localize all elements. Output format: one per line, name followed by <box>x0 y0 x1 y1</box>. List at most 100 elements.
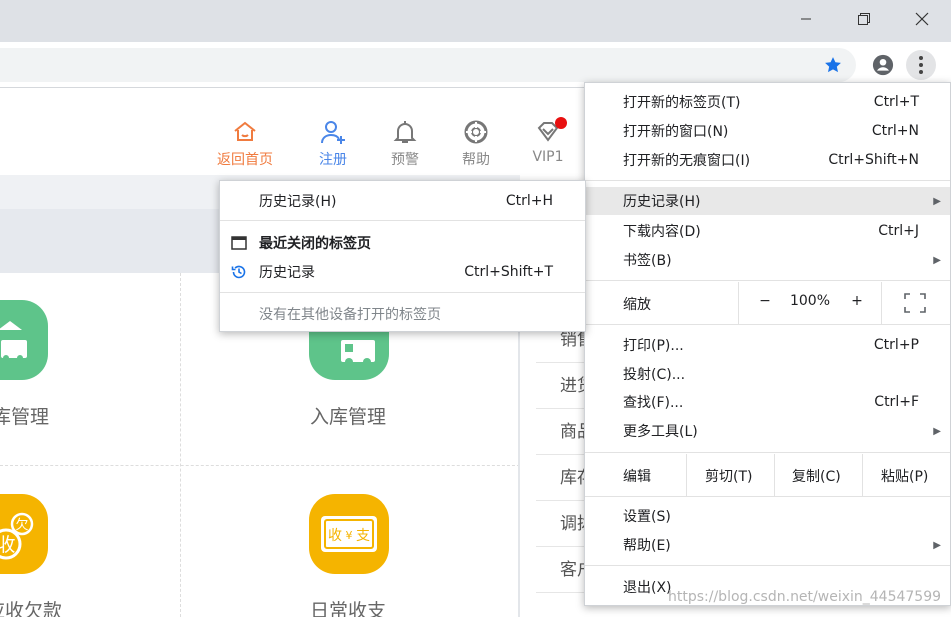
menu-downloads-shortcut: Ctrl+J <box>878 223 919 239</box>
menu-find-label: 查找(F)... <box>623 395 684 411</box>
submenu-arrow-icon: ▶ <box>933 425 941 437</box>
menu-incognito-label: 打开新的无痕窗口(I) <box>623 153 751 169</box>
nav-home-label: 返回首页 <box>217 152 273 168</box>
zoom-level: 100% <box>789 293 831 309</box>
address-bar[interactable] <box>0 48 856 82</box>
nav-vip-label: VIP1 <box>532 149 564 165</box>
receive-glyph: 收 <box>0 534 16 556</box>
close-window-button[interactable] <box>893 0 951 38</box>
fullscreen-icon <box>904 293 926 313</box>
menu-new-window[interactable]: 打开新的窗口(N) Ctrl+N <box>585 117 950 145</box>
menu-separator <box>220 220 585 221</box>
paste-button[interactable]: 粘贴(P) <box>881 466 928 486</box>
menu-new-tab-label: 打开新的标签页(T) <box>623 95 741 111</box>
menu-cast-label: 投射(C)... <box>623 367 686 383</box>
edit-divider <box>774 454 775 496</box>
menu-separator <box>585 180 950 181</box>
menu-print-shortcut: Ctrl+P <box>873 337 919 353</box>
submenu-history-entry[interactable]: 历史记录 Ctrl+Shift+T <box>220 258 585 286</box>
close-icon <box>915 12 929 26</box>
menu-history-label: 历史记录(H) <box>623 194 701 210</box>
zoom-divider <box>738 282 739 324</box>
outbound-tile-label: 库管理 <box>0 406 50 428</box>
menu-separator <box>585 280 950 281</box>
bookmark-star-button[interactable] <box>818 50 848 80</box>
menu-new-window-shortcut: Ctrl+N <box>871 123 919 139</box>
submenu-recently-closed-label: 最近关闭的标签页 <box>259 236 371 252</box>
grid-divider-vertical <box>180 273 181 617</box>
submenu-history-entry-shortcut: Ctrl+Shift+T <box>464 264 553 280</box>
register-user-icon <box>321 121 345 144</box>
restore-icon <box>858 13 870 25</box>
menu-history[interactable]: 历史记录(H) ▶ <box>585 187 950 215</box>
submenu-arrow-icon: ▶ <box>933 254 941 266</box>
menu-downloads[interactable]: 下载内容(D) Ctrl+J <box>585 217 950 245</box>
help-lifebuoy-icon <box>464 120 488 144</box>
expense-glyph: 支 <box>356 528 370 544</box>
menu-incognito[interactable]: 打开新的无痕窗口(I) Ctrl+Shift+N <box>585 146 950 174</box>
minimize-button[interactable] <box>777 0 835 38</box>
profile-button[interactable] <box>868 50 898 80</box>
more-icon <box>919 56 923 74</box>
menu-settings[interactable]: 设置(S) <box>585 502 950 530</box>
nav-vip[interactable]: VIP1 <box>513 117 583 165</box>
chrome-menu-button[interactable] <box>906 50 936 80</box>
menu-separator <box>585 496 950 497</box>
nav-register[interactable]: 注册 <box>298 117 368 169</box>
submenu-arrow-icon: ▶ <box>933 195 941 207</box>
menu-print[interactable]: 打印(P)... Ctrl+P <box>585 331 950 359</box>
submenu-arrow-icon: ▶ <box>933 539 941 551</box>
submenu-history[interactable]: 历史记录(H) Ctrl+H <box>220 187 585 215</box>
window-titlebar <box>0 0 951 42</box>
minimize-icon <box>801 18 811 20</box>
daily-income-expense-tile-icon[interactable]: 收 ¥ 支 <box>309 494 389 574</box>
star-icon <box>825 57 841 73</box>
zoom-in-button[interactable]: + <box>847 293 867 309</box>
menu-downloads-label: 下载内容(D) <box>623 224 701 240</box>
menu-new-tab-shortcut: Ctrl+T <box>873 94 919 110</box>
menu-bookmarks[interactable]: 书签(B) ▶ <box>585 246 950 274</box>
submenu-no-other-devices-label: 没有在其他设备打开的标签页 <box>259 307 441 323</box>
submenu-history-label: 历史记录(H) <box>259 194 337 210</box>
history-clock-icon <box>231 264 247 280</box>
menu-print-label: 打印(P)... <box>623 338 684 354</box>
nav-warning[interactable]: 预警 <box>370 117 440 169</box>
receivable-tile-icon[interactable]: 欠 收 <box>0 494 48 574</box>
menu-edit-label: 编辑 <box>623 469 651 485</box>
fullscreen-button[interactable] <box>903 292 927 314</box>
receivable-tile-label: 应收欠款 <box>0 600 63 617</box>
bell-icon <box>393 121 417 143</box>
submenu-no-other-devices: 没有在其他设备打开的标签页 <box>220 300 585 328</box>
chrome-main-menu: 打开新的标签页(T) Ctrl+T 打开新的窗口(N) Ctrl+N 打开新的无… <box>584 82 951 606</box>
notification-dot <box>555 117 567 129</box>
nav-help[interactable]: 帮助 <box>441 117 511 169</box>
zoom-out-button[interactable]: − <box>755 293 775 309</box>
copy-button[interactable]: 复制(C) <box>792 466 841 486</box>
edit-divider <box>862 454 863 496</box>
outbound-tile-icon[interactable] <box>0 300 48 380</box>
income-expense-icon: 收 ¥ 支 <box>321 516 377 552</box>
menu-more-tools[interactable]: 更多工具(L) ▶ <box>585 417 950 445</box>
daily-income-expense-tile-label: 日常收支 <box>310 600 387 617</box>
yen-glyph: ¥ <box>346 529 353 542</box>
menu-find-shortcut: Ctrl+F <box>874 394 919 410</box>
menu-exit-label: 退出(X) <box>623 580 672 596</box>
menu-bookmarks-label: 书签(B) <box>623 253 672 269</box>
edit-divider <box>686 454 687 496</box>
account-icon <box>872 54 894 76</box>
nav-help-label: 帮助 <box>462 152 490 168</box>
grid-divider-horizontal <box>0 465 520 466</box>
watermark-text: https://blog.csdn.net/weixin_44547599 <box>668 589 942 605</box>
menu-new-tab[interactable]: 打开新的标签页(T) Ctrl+T <box>585 88 950 116</box>
menu-find[interactable]: 查找(F)... Ctrl+F <box>585 388 950 416</box>
restore-button[interactable] <box>835 0 893 38</box>
menu-zoom-row: 缩放 − 100% + <box>585 282 950 324</box>
inbound-tile-label: 入库管理 <box>310 406 387 428</box>
nav-home[interactable]: 返回首页 <box>210 117 280 169</box>
cut-button[interactable]: 剪切(T) <box>705 466 752 486</box>
menu-cast[interactable]: 投射(C)... <box>585 360 950 388</box>
menu-help-label: 帮助(E) <box>623 538 671 554</box>
truck-warehouse-icon <box>0 321 27 361</box>
nav-register-label: 注册 <box>319 152 347 168</box>
menu-help[interactable]: 帮助(E) ▶ <box>585 531 950 559</box>
